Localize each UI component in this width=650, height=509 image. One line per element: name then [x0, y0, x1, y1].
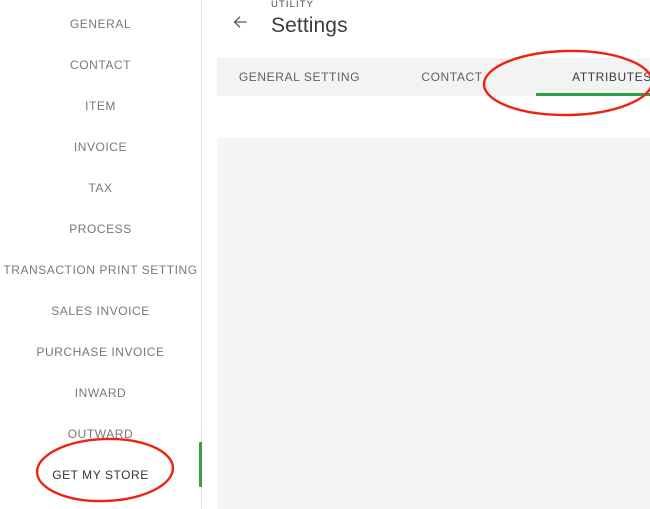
sidebar-item-item[interactable]: ITEM — [0, 85, 201, 126]
tab-label: CONTACT — [421, 70, 483, 84]
page-header: UTILITY Settings — [202, 0, 650, 55]
sidebar-item-label: ITEM — [85, 98, 116, 113]
attributes-content-panel — [217, 138, 650, 509]
settings-tabbar: GENERAL SETTING CONTACT ATTRIBUTES — [217, 58, 650, 96]
page-header-text: UTILITY Settings — [271, 0, 348, 40]
sidebar-item-sales-invoice[interactable]: SALES INVOICE — [0, 290, 201, 331]
sidebar-item-transaction-print-setting[interactable]: TRANSACTION PRINT SETTING — [0, 249, 201, 290]
sidebar-item-label: GET MY STORE — [52, 467, 149, 482]
tab-label: ATTRIBUTES — [572, 70, 650, 84]
sidebar-item-outward[interactable]: OUTWARD — [0, 413, 201, 454]
sidebar-item-label: GENERAL — [69, 16, 132, 31]
sidebar-item-inward[interactable]: INWARD — [0, 372, 201, 413]
settings-sidebar: GENERAL CONTACT ITEM INVOICE TAX PROCESS… — [0, 0, 203, 509]
sidebar-item-tax[interactable]: TAX — [0, 167, 201, 208]
sidebar-item-get-my-store[interactable]: GET MY STORE — [0, 454, 201, 495]
back-button[interactable] — [226, 8, 254, 36]
sidebar-item-purchase-invoice[interactable]: PURCHASE INVOICE — [0, 331, 201, 372]
sidebar-item-label: TRANSACTION PRINT SETTING — [3, 262, 198, 277]
sidebar-item-label: CONTACT — [70, 57, 131, 72]
breadcrumb-eyebrow: UTILITY — [271, 0, 315, 10]
sidebar-item-label: INVOICE — [73, 139, 128, 154]
sidebar-item-contact[interactable]: CONTACT — [0, 44, 201, 85]
page-title: Settings — [271, 14, 348, 37]
main-content: UTILITY Settings GENERAL SETTING CONTACT… — [202, 0, 650, 509]
sidebar-item-label: INWARD — [74, 385, 127, 400]
sidebar-item-label: OUTWARD — [67, 426, 134, 441]
app-root: GENERAL CONTACT ITEM INVOICE TAX PROCESS… — [0, 0, 650, 509]
sidebar-item-label: SALES INVOICE — [51, 303, 150, 318]
tab-general-setting[interactable]: GENERAL SETTING — [217, 58, 382, 96]
sidebar-item-general[interactable]: GENERAL — [0, 3, 201, 44]
tab-label: GENERAL SETTING — [238, 70, 361, 84]
sidebar-item-label: TAX — [88, 180, 113, 195]
sidebar-item-process[interactable]: PROCESS — [0, 208, 201, 249]
tab-attributes[interactable]: ATTRIBUTES — [522, 58, 650, 96]
sidebar-item-invoice[interactable]: INVOICE — [0, 126, 201, 167]
sidebar-item-label: PURCHASE INVOICE — [36, 344, 165, 359]
sidebar-item-label: PROCESS — [69, 221, 132, 236]
tab-active-underline — [536, 93, 650, 96]
tab-contact[interactable]: CONTACT — [382, 58, 522, 96]
arrow-left-icon — [230, 12, 250, 32]
